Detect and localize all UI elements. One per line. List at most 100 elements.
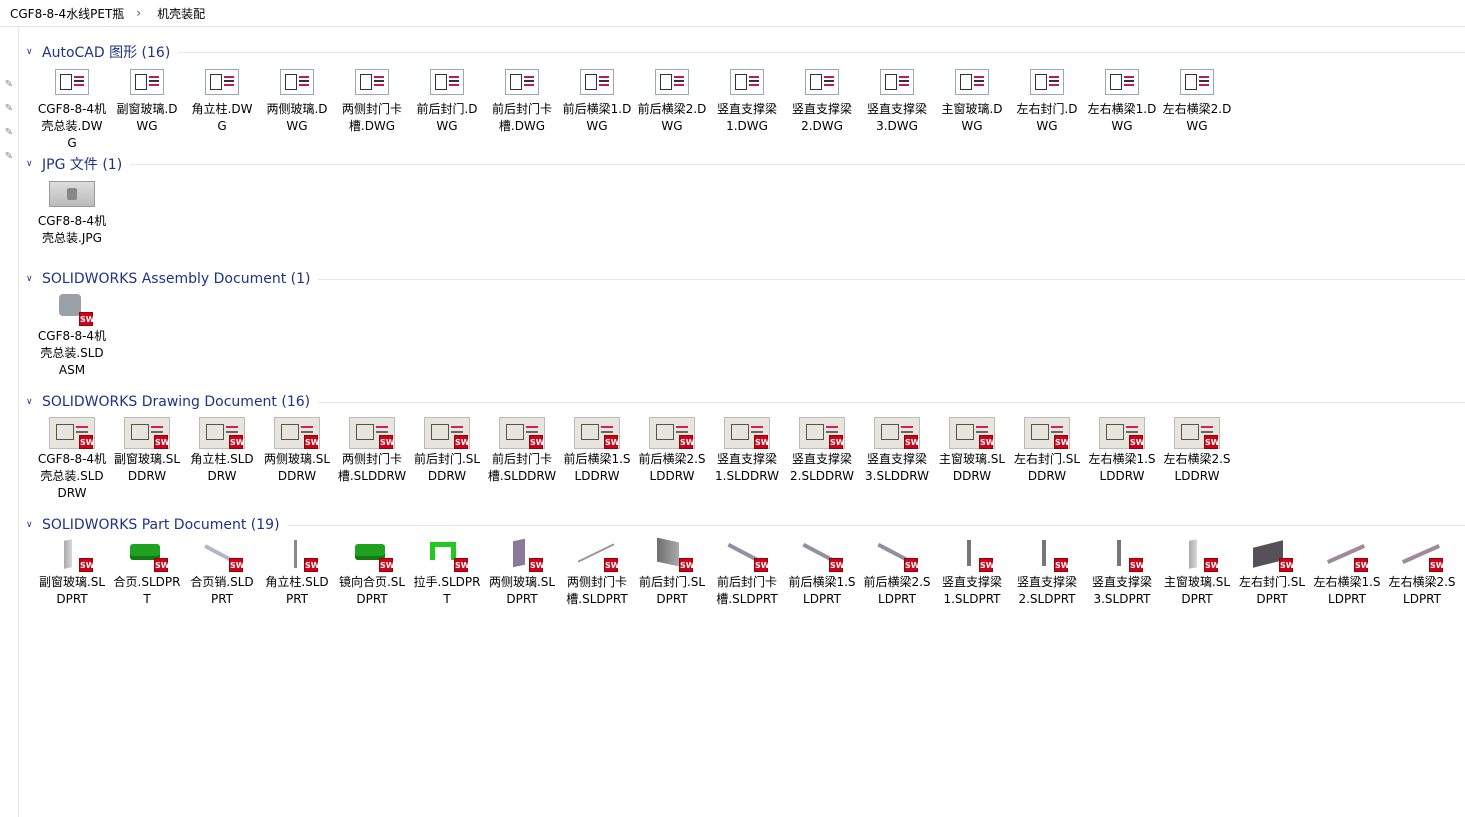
file-name: 主窗玻璃.SLDDRW bbox=[938, 452, 1006, 483]
file-item[interactable]: SW 前后横梁1.SLDPRT bbox=[787, 538, 857, 608]
file-item[interactable]: 前后封门.DWG bbox=[412, 65, 482, 135]
file-item[interactable]: SW 副窗玻璃.SLDDRW bbox=[112, 415, 182, 485]
group-header[interactable]: ∨ AutoCAD 图形 (16) bbox=[26, 41, 1465, 63]
file-item[interactable]: SW 竖直支撑梁3.SLDPRT bbox=[1087, 538, 1157, 608]
file-name: 两侧封门卡槽.SLDPRT bbox=[566, 575, 628, 606]
drawing-file-thumbnail: SW bbox=[1097, 415, 1147, 449]
dwg-file-icon bbox=[122, 65, 172, 99]
file-item[interactable]: SW 合页.SLDPRT bbox=[112, 538, 182, 608]
file-name: 竖直支撑梁3.SLDDRW bbox=[865, 452, 929, 483]
file-item[interactable]: SW 竖直支撑梁2.SLDDRW bbox=[787, 415, 857, 485]
file-item[interactable]: 前后横梁2.DWG bbox=[637, 65, 707, 135]
file-item[interactable]: 前后横梁1.DWG bbox=[562, 65, 632, 135]
file-item[interactable]: SW 竖直支撑梁1.SLDDRW bbox=[712, 415, 782, 485]
file-item[interactable]: 两侧封门卡槽.DWG bbox=[337, 65, 407, 135]
file-item[interactable]: SW 合页销.SLDPRT bbox=[187, 538, 257, 608]
breadcrumb-item-current[interactable]: 机壳装配 bbox=[147, 5, 211, 22]
file-item[interactable]: SW 两侧玻璃.SLDPRT bbox=[487, 538, 557, 608]
file-item[interactable]: 竖直支撑梁3.DWG bbox=[862, 65, 932, 135]
file-item[interactable]: 左右横梁2.DWG bbox=[1162, 65, 1232, 135]
file-item[interactable]: SW 主窗玻璃.SLDPRT bbox=[1162, 538, 1232, 608]
file-item[interactable]: SW CGF8-8-4机壳总装.SLDDRW bbox=[37, 415, 107, 502]
file-item[interactable]: SW 两侧封门卡槽.SLDPRT bbox=[562, 538, 632, 608]
file-item[interactable]: SW 左右封门.SLDPRT bbox=[1237, 538, 1307, 608]
file-name: 前后封门.DWG bbox=[416, 102, 478, 133]
chevron-right-icon[interactable]: › bbox=[130, 6, 147, 20]
file-name: 竖直支撑梁1.SLDDRW bbox=[715, 452, 779, 483]
file-item[interactable]: SW 前后封门.SLDPRT bbox=[637, 537, 707, 608]
chevron-down-icon[interactable]: ∨ bbox=[26, 159, 36, 169]
file-item[interactable]: SW 角立柱.SLDPRT bbox=[262, 538, 332, 608]
group-header[interactable]: ∨ SOLIDWORKS Drawing Document (16) bbox=[26, 391, 1465, 413]
solidworks-badge-icon: SW bbox=[229, 558, 245, 572]
file-item[interactable]: SW 左右横梁1.SLDPRT bbox=[1312, 538, 1382, 608]
group-header[interactable]: ∨ SOLIDWORKS Part Document (19) bbox=[26, 514, 1465, 536]
file-item[interactable]: SW 左右封门.SLDDRW bbox=[1012, 415, 1082, 485]
group-title[interactable]: AutoCAD 图形 (16) bbox=[42, 42, 178, 62]
pin-icon[interactable]: ✎ bbox=[3, 151, 15, 163]
part-file-thumbnail: SW bbox=[122, 538, 172, 572]
file-name: 左右横梁2.SLDPRT bbox=[1388, 575, 1456, 606]
file-item[interactable]: SW 前后封门卡槽.SLDDRW bbox=[487, 415, 557, 485]
solidworks-badge-icon: SW bbox=[679, 558, 695, 572]
chevron-down-icon[interactable]: ∨ bbox=[26, 520, 36, 530]
file-item[interactable]: SW 前后横梁2.SLDDRW bbox=[637, 415, 707, 485]
part-file-thumbnail: SW bbox=[272, 538, 322, 572]
chevron-down-icon[interactable]: ∨ bbox=[26, 274, 36, 284]
file-name: 合页销.SLDPRT bbox=[190, 575, 254, 606]
chevron-down-icon[interactable]: ∨ bbox=[26, 47, 36, 57]
file-item[interactable]: SW 前后封门卡槽.SLDPRT bbox=[712, 538, 782, 608]
group-title[interactable]: SOLIDWORKS Assembly Document (1) bbox=[42, 271, 318, 287]
group-divider bbox=[287, 524, 1465, 526]
group-title[interactable]: SOLIDWORKS Part Document (19) bbox=[42, 517, 288, 533]
file-name: 竖直支撑梁2.SLDDRW bbox=[790, 452, 854, 483]
group-title[interactable]: SOLIDWORKS Drawing Document (16) bbox=[42, 394, 318, 410]
file-item[interactable]: CGF8-8-4机壳总装.JPG bbox=[37, 177, 107, 247]
file-item[interactable]: SW 拉手.SLDPRT bbox=[412, 538, 482, 608]
file-item[interactable]: 前后封门卡槽.DWG bbox=[487, 65, 557, 135]
file-item[interactable]: SW 竖直支撑梁1.SLDPRT bbox=[937, 538, 1007, 608]
file-item[interactable]: 两侧玻璃.DWG bbox=[262, 65, 332, 135]
drawing-file-thumbnail: SW bbox=[647, 415, 697, 449]
file-item[interactable]: SW 两侧玻璃.SLDDRW bbox=[262, 415, 332, 485]
breadcrumb-item-root[interactable]: CGF8-8-4水线PET瓶 bbox=[0, 5, 130, 22]
pin-icon[interactable]: ✎ bbox=[3, 79, 15, 91]
file-name: 左右封门.DWG bbox=[1016, 102, 1078, 133]
file-item[interactable]: 主窗玻璃.DWG bbox=[937, 65, 1007, 135]
file-name: CGF8-8-4机壳总装.SLDASM bbox=[37, 329, 107, 377]
file-item[interactable]: SW 左右横梁2.SLDPRT bbox=[1387, 538, 1457, 608]
file-item[interactable]: SW 左右横梁1.SLDDRW bbox=[1087, 415, 1157, 485]
file-item[interactable]: SW 两侧封门卡槽.SLDDRW bbox=[337, 415, 407, 485]
file-item[interactable]: SW 角立柱.SLDDRW bbox=[187, 415, 257, 485]
file-item[interactable]: 竖直支撑梁2.DWG bbox=[787, 65, 857, 135]
file-item[interactable]: SW 主窗玻璃.SLDDRW bbox=[937, 415, 1007, 485]
part-file-thumbnail: SW bbox=[347, 538, 397, 572]
file-name: 前后封门卡槽.DWG bbox=[491, 102, 552, 133]
file-item[interactable]: 角立柱.DWG bbox=[187, 65, 257, 135]
file-item[interactable]: SW 镜向合页.SLDPRT bbox=[337, 538, 407, 608]
file-item[interactable]: SW 副窗玻璃.SLDPRT bbox=[37, 538, 107, 608]
pin-icon[interactable]: ✎ bbox=[3, 127, 15, 139]
file-item[interactable]: 副窗玻璃.DWG bbox=[112, 65, 182, 135]
drawing-file-thumbnail: SW bbox=[272, 415, 322, 449]
solidworks-badge-icon: SW bbox=[304, 435, 320, 449]
file-item[interactable]: SW 竖直支撑梁2.SLDPRT bbox=[1012, 538, 1082, 608]
file-item[interactable]: SW 前后横梁1.SLDDRW bbox=[562, 415, 632, 485]
solidworks-badge-icon: SW bbox=[454, 435, 470, 449]
group-header[interactable]: ∨ SOLIDWORKS Assembly Document (1) bbox=[26, 268, 1465, 290]
group-title[interactable]: JPG 文件 (1) bbox=[42, 154, 130, 174]
file-item[interactable]: 左右封门.DWG bbox=[1012, 65, 1082, 135]
file-item[interactable]: 左右横梁1.DWG bbox=[1087, 65, 1157, 135]
pin-icon[interactable]: ✎ bbox=[3, 103, 15, 115]
chevron-down-icon[interactable]: ∨ bbox=[26, 397, 36, 407]
group-header[interactable]: ∨ JPG 文件 (1) bbox=[26, 153, 1465, 175]
file-item[interactable]: SW 竖直支撑梁3.SLDDRW bbox=[862, 415, 932, 485]
part-file-thumbnail: SW bbox=[1097, 538, 1147, 572]
file-item[interactable]: SW 前后封门.SLDDRW bbox=[412, 415, 482, 485]
file-item[interactable]: CGF8-8-4机壳总装.DWG bbox=[37, 65, 107, 152]
drawing-file-thumbnail: SW bbox=[497, 415, 547, 449]
file-item[interactable]: SW CGF8-8-4机壳总装.SLDASM bbox=[37, 292, 107, 379]
file-item[interactable]: SW 前后横梁2.SLDPRT bbox=[862, 538, 932, 608]
file-item[interactable]: 竖直支撑梁1.DWG bbox=[712, 65, 782, 135]
file-item[interactable]: SW 左右横梁2.SLDDRW bbox=[1162, 415, 1232, 485]
